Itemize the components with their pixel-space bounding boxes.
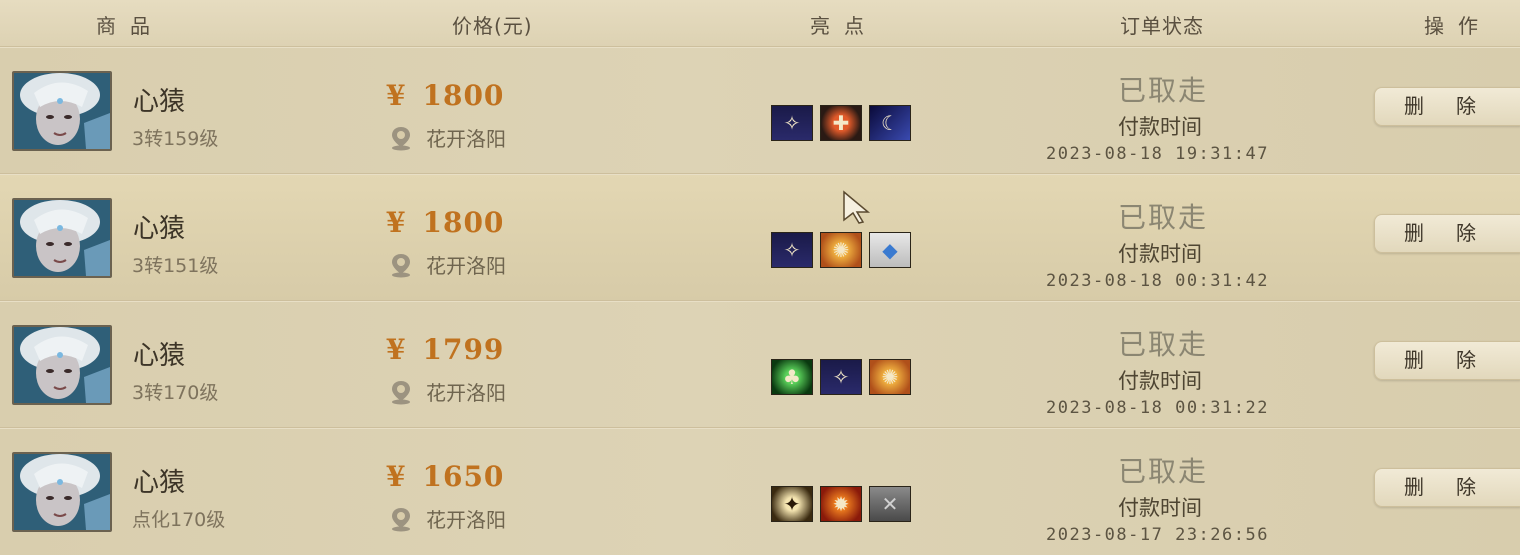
price-value: 1800 [422,206,505,239]
currency-symbol: ¥ [386,460,407,493]
table-header: 商品 价格(元) 亮点 订单状态 操作 [0,0,1520,47]
pet-avatar[interactable] [12,71,112,151]
pet-level: 3转170级 [132,382,219,404]
order-row: 心猿 3转151级 ¥1800 花开洛阳 ✧ ✺ ◆ 已取走 付款时间 2023… [0,173,1520,301]
price-value: 1800 [422,79,505,112]
pet-level: 3转159级 [132,128,219,150]
delete-button[interactable]: 删除 [1374,468,1520,507]
order-status: 已取走 [1118,201,1209,234]
skill-icon-b[interactable]: ✚ [820,105,862,141]
price-value: 1650 [422,460,505,493]
skill-icon-a[interactable]: ✧ [771,232,813,268]
location-pin-icon [392,508,410,532]
currency-symbol: ¥ [386,79,407,112]
order-status: 已取走 [1118,455,1209,488]
currency-symbol: ¥ [386,333,407,366]
pay-time-label: 付款时间 [1118,242,1202,266]
currency-symbol: ¥ [386,206,407,239]
pay-time-label: 付款时间 [1118,496,1202,520]
skill-icon-i[interactable]: ✕ [869,486,911,522]
skill-icon-g[interactable]: ✦ [771,486,813,522]
order-row: 心猿 3转159级 ¥1800 花开洛阳 ✧ ✚ ☾ 已取走 付款时间 2023… [0,46,1520,174]
server-name: 花开洛阳 [426,127,506,151]
pay-time: 2023-08-18 00:31:22 [1046,398,1269,418]
pet-level: 点化170级 [132,509,226,531]
skill-icon-f[interactable]: ♣ [771,359,813,395]
pay-time-label: 付款时间 [1118,369,1202,393]
mouse-cursor-icon [843,190,871,224]
pet-avatar[interactable] [12,452,112,532]
price: ¥1800 [386,79,504,112]
skill-icon-d[interactable]: ✺ [820,232,862,268]
header-highlights: 亮点 [810,14,878,38]
pet-level: 3转151级 [132,255,219,277]
server-name: 花开洛阳 [426,508,506,532]
skill-icon-a[interactable]: ✧ [771,105,813,141]
price: ¥1800 [386,206,504,239]
order-row: 心猿 点化170级 ¥1650 花开洛阳 ✦ ✹ ✕ 已取走 付款时间 2023… [0,427,1520,555]
delete-button[interactable]: 删除 [1374,214,1520,253]
delete-button[interactable]: 删除 [1374,341,1520,380]
skill-icon-h[interactable]: ✹ [820,486,862,522]
skill-icon-a[interactable]: ✧ [820,359,862,395]
pet-name: 心猿 [133,341,186,371]
order-status: 已取走 [1118,74,1209,107]
server-name: 花开洛阳 [426,254,506,278]
location-pin-icon [392,127,410,151]
skill-icon-c[interactable]: ☾ [869,105,911,141]
pay-time: 2023-08-18 19:31:47 [1046,144,1269,164]
location-pin-icon [392,254,410,278]
location-pin-icon [392,381,410,405]
pet-avatar[interactable] [12,325,112,405]
server-name: 花开洛阳 [426,381,506,405]
header-goods: 商品 [96,14,164,38]
skill-icon-e[interactable]: ◆ [869,232,911,268]
price: ¥1650 [386,460,504,493]
price: ¥1799 [386,333,504,366]
order-row: 心猿 3转170级 ¥1799 花开洛阳 ♣ ✧ ✺ 已取走 付款时间 2023… [0,300,1520,428]
header-operation: 操作 [1424,14,1492,38]
pet-name: 心猿 [133,87,186,117]
pet-avatar[interactable] [12,198,112,278]
order-status: 已取走 [1118,328,1209,361]
pay-time: 2023-08-17 23:26:56 [1046,525,1269,545]
pet-name: 心猿 [133,214,186,244]
pet-name: 心猿 [133,468,186,498]
pay-time-label: 付款时间 [1118,115,1202,139]
skill-icon-d[interactable]: ✺ [869,359,911,395]
pay-time: 2023-08-18 00:31:42 [1046,271,1269,291]
price-value: 1799 [422,333,505,366]
header-status: 订单状态 [1120,14,1204,38]
delete-button[interactable]: 删除 [1374,87,1520,126]
header-price: 价格(元) [452,14,533,38]
